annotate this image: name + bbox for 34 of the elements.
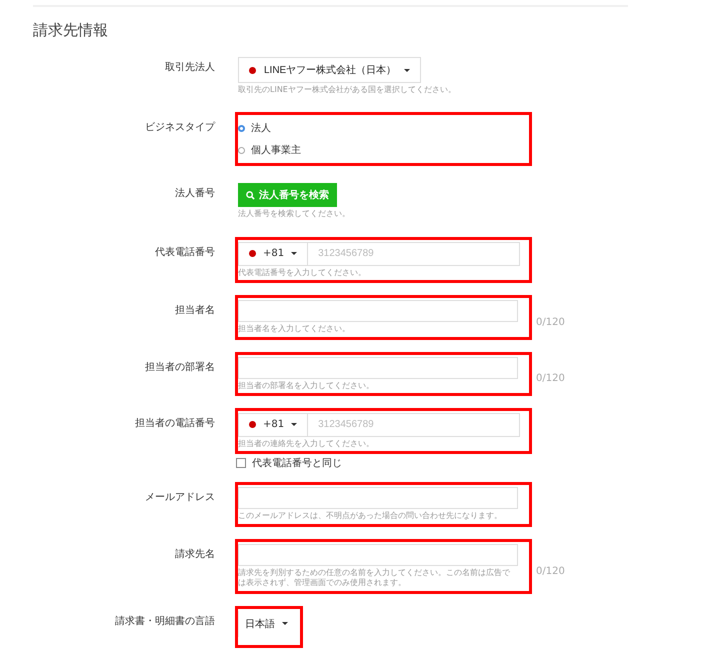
input-field[interactable]	[238, 487, 518, 510]
help-text: 取引先のLINEヤフー株式会社がある国を選択してください。	[238, 85, 457, 96]
phone-field[interactable]: +81 3123456789	[238, 412, 520, 437]
field-label: 取引先法人	[164, 60, 215, 75]
input-field[interactable]	[238, 544, 518, 566]
section-title: 請求先情報	[33, 21, 109, 40]
input-field[interactable]	[238, 300, 518, 322]
checkbox-option[interactable]: 代表電話番号と同じ	[236, 456, 704, 470]
country-select[interactable]: LINEヤフー株式会社（日本）	[238, 57, 422, 83]
field-label: 請求先名	[174, 548, 215, 562]
help-text: 担当者の部署名を入力してください。	[238, 380, 375, 391]
radio-option[interactable]: 個人事業主	[238, 139, 515, 162]
field-label: 担当者名	[174, 304, 215, 318]
checkbox[interactable]	[236, 458, 246, 468]
field-label: 担当者の部署名	[144, 360, 215, 375]
char-counter: 0/120	[536, 566, 565, 577]
help-text: 代表電話番号を入力してください。	[238, 268, 367, 278]
help-text: 法人番号を検索してください。	[238, 209, 351, 220]
help-text: 請求先を判別するための任意の名前を入力してください。この名前は広告では表示されず、管理画面でのみ使用されます。	[238, 568, 511, 589]
field-label: 請求書・明細書の言語	[114, 614, 215, 629]
field-label: 代表電話番号	[154, 246, 215, 260]
search-icon	[246, 190, 255, 200]
char-counter: 0/120	[536, 373, 565, 384]
field-label: メールアドレス	[144, 491, 215, 506]
input-field[interactable]	[238, 356, 518, 379]
phone-field[interactable]: +81 3123456789	[238, 242, 520, 266]
char-counter: 0/120	[536, 316, 565, 328]
field-label: 法人番号	[174, 186, 215, 202]
field-label: 担当者の電話番号	[134, 416, 215, 431]
help-text: 担当者名を入力してください。	[238, 324, 351, 335]
field-label: ビジネスタイプ	[144, 120, 215, 136]
help-text: このメールアドレスは、不明点があった場合の問い合わせ先になります。	[238, 511, 503, 522]
radio-option[interactable]: 法人	[238, 117, 515, 140]
help-text: 担当者の連絡先を入力してください。	[238, 438, 375, 450]
